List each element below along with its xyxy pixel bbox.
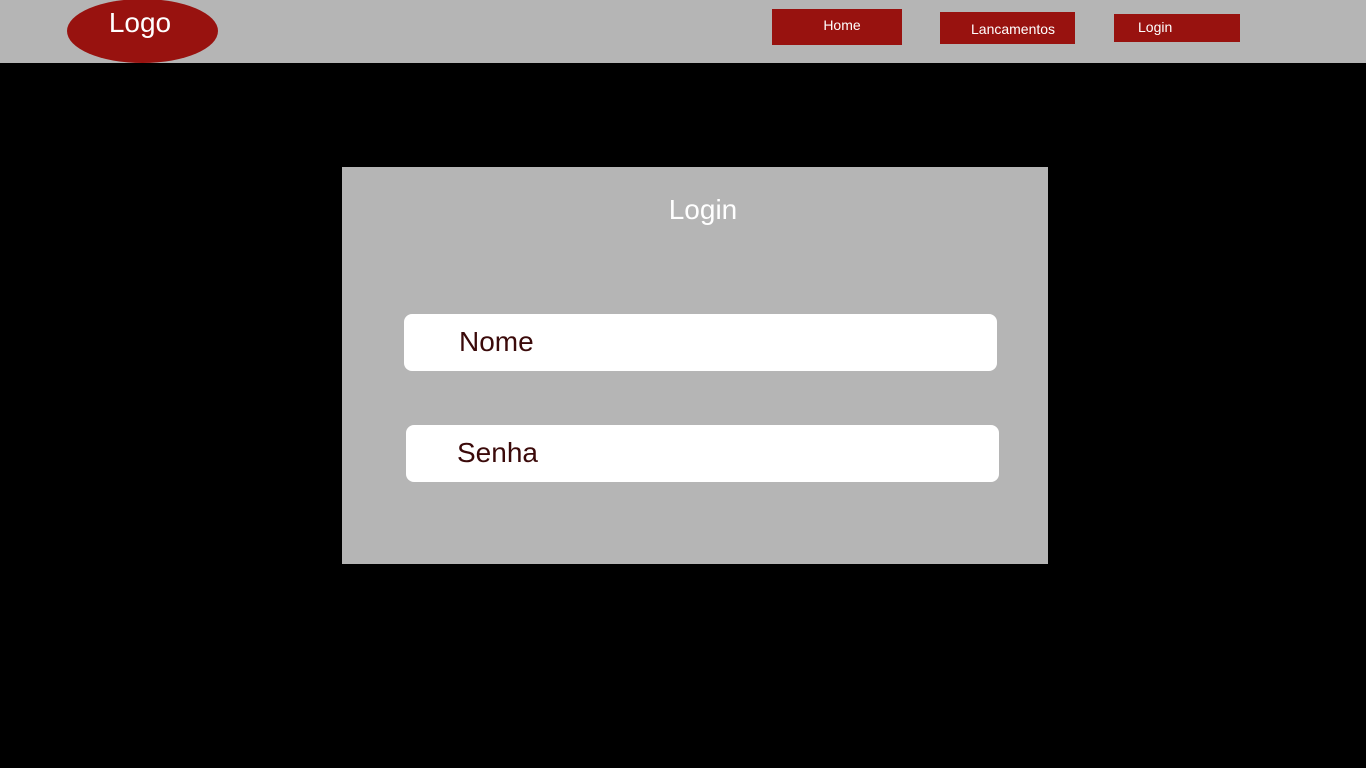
senha-field[interactable]: Senha bbox=[406, 425, 999, 482]
nav-login-button[interactable]: Login bbox=[1114, 14, 1240, 42]
logo[interactable]: Logo bbox=[67, 0, 218, 63]
nav-home-button[interactable]: Home bbox=[772, 9, 902, 45]
top-header: Logo Home Lancamentos Login bbox=[0, 0, 1366, 63]
nav-login-label: Login bbox=[1138, 19, 1173, 35]
nav-home-label: Home bbox=[823, 17, 861, 33]
senha-field-label: Senha bbox=[457, 437, 538, 468]
login-card: Login Nome Senha bbox=[342, 167, 1048, 564]
login-title: Login bbox=[668, 194, 738, 225]
logo-label: Logo bbox=[108, 7, 172, 38]
nav-lancamentos-label: Lancamentos bbox=[971, 21, 1056, 37]
nav-lancamentos-button[interactable]: Lancamentos bbox=[940, 12, 1075, 44]
nome-field-label: Nome bbox=[459, 326, 534, 357]
nome-field[interactable]: Nome bbox=[404, 314, 997, 371]
